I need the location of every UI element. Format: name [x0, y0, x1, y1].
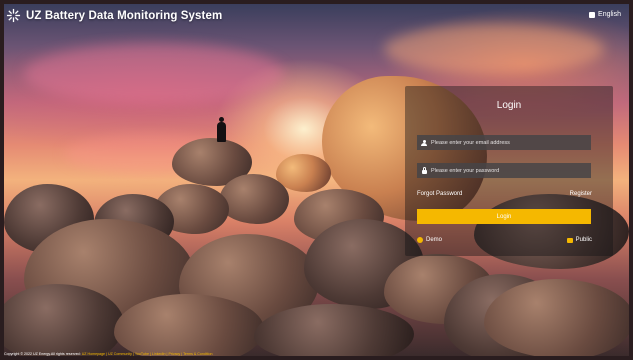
- footer-link-community[interactable]: UZ Community: [108, 352, 132, 356]
- demo-link[interactable]: Demo: [417, 237, 442, 243]
- language-switcher[interactable]: English: [589, 11, 621, 18]
- copyright-text: Copyright © 2022 UZ Energy.All rights re…: [4, 352, 80, 356]
- demo-icon: [417, 237, 423, 243]
- email-input[interactable]: [431, 139, 581, 146]
- globe-icon: [589, 11, 596, 18]
- footer-link-privacy[interactable]: Privacy: [168, 352, 180, 356]
- login-panel: Login Forgot Password Register Login Dem…: [405, 86, 613, 256]
- login-title: Login: [496, 100, 522, 111]
- public-label: Public: [575, 237, 592, 243]
- public-icon: [566, 237, 573, 243]
- footer-link-youtube[interactable]: YouTube: [135, 352, 149, 356]
- footer-link-homepage[interactable]: UZ Homepage: [82, 352, 105, 356]
- footer-link-terms[interactable]: Terms & Condition: [183, 352, 212, 356]
- person-silhouette: [217, 117, 226, 142]
- footer: Copyright © 2022 UZ Energy.All rights re…: [4, 352, 213, 356]
- password-input[interactable]: [431, 167, 581, 174]
- user-icon: [421, 139, 427, 146]
- forgot-password-link[interactable]: Forgot Password: [417, 191, 462, 197]
- app-title: UZ Battery Data Monitoring System: [26, 9, 223, 22]
- email-field[interactable]: [417, 135, 591, 150]
- footer-link-linkedin[interactable]: LinkedIn: [152, 352, 166, 356]
- password-field[interactable]: [417, 163, 591, 178]
- uz-energy-logo-icon: [6, 8, 21, 23]
- lock-icon: [421, 166, 427, 174]
- public-link[interactable]: Public: [566, 237, 592, 243]
- brand: UZ Battery Data Monitoring System: [6, 8, 222, 23]
- language-label: English: [598, 11, 621, 18]
- register-link[interactable]: Register: [570, 191, 592, 197]
- demo-label: Demo: [426, 237, 443, 243]
- login-button[interactable]: Login: [417, 209, 591, 224]
